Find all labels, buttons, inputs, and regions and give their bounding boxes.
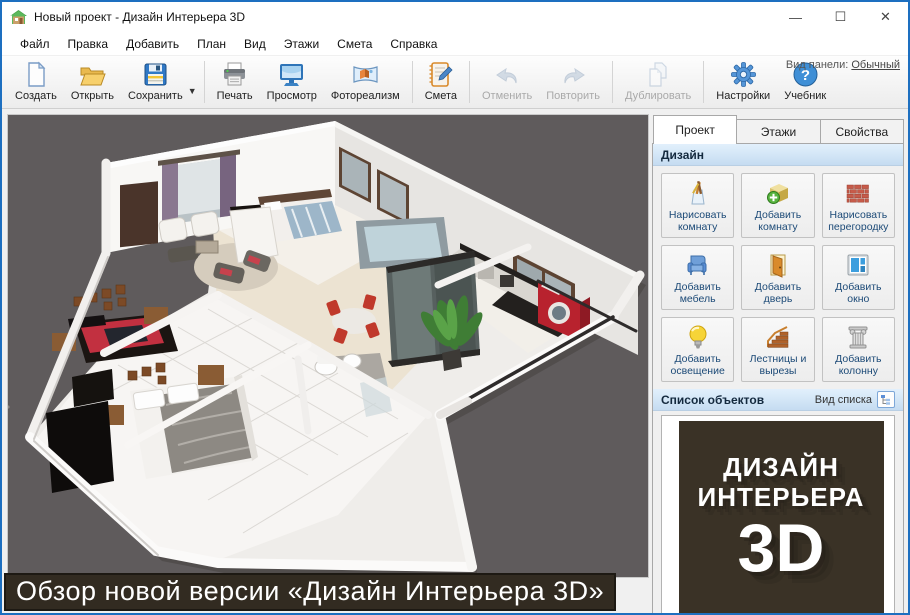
design-tools-grid: Нарисовать комнату Добавить комнату xyxy=(653,166,903,389)
add-lighting-button[interactable]: Добавить освещение xyxy=(661,317,734,382)
menu-help[interactable]: Справка xyxy=(381,34,446,54)
main-area: Проект Этажи Свойства Дизайн xyxy=(2,109,908,615)
draw-room-button[interactable]: Нарисовать комнату xyxy=(661,173,734,238)
toolbar-separator xyxy=(204,61,205,103)
undo-icon xyxy=(494,61,521,88)
toolbar-separator xyxy=(469,61,470,103)
app-logo: ДИЗАЙН ИНТЕРЬЕРА 3D xyxy=(679,421,884,615)
logo-line1: ДИЗАЙН xyxy=(723,453,839,483)
minimize-button[interactable]: — xyxy=(773,2,818,32)
close-button[interactable]: ✕ xyxy=(863,2,908,32)
estimate-icon xyxy=(427,61,454,88)
stairs-icon xyxy=(765,324,791,350)
duplicate-button[interactable]: Дублировать xyxy=(618,59,698,103)
toolbar-separator xyxy=(412,61,413,103)
logo-line3: 3D xyxy=(738,513,825,584)
add-room-icon xyxy=(765,180,791,206)
tab-project[interactable]: Проект xyxy=(653,115,737,144)
add-door-button[interactable]: Добавить дверь xyxy=(741,245,814,310)
app-window: Новый проект - Дизайн Интерьера 3D — ☐ ✕… xyxy=(0,0,910,615)
add-column-icon xyxy=(845,324,871,350)
objects-list[interactable]: ДИЗАЙН ИНТЕРЬЕРА 3D xyxy=(661,415,895,615)
title-bar: Новый проект - Дизайн Интерьера 3D — ☐ ✕ xyxy=(2,2,908,32)
tab-floors[interactable]: Этажи xyxy=(737,119,820,144)
design-section-header: Дизайн xyxy=(653,144,903,166)
menu-floors[interactable]: Этажи xyxy=(275,34,328,54)
window-title: Новый проект - Дизайн Интерьера 3D xyxy=(34,10,245,24)
save-icon xyxy=(142,61,169,88)
app-house-icon xyxy=(10,10,27,25)
objects-section-header: Список объектов Вид списка xyxy=(653,389,903,411)
video-caption: Обзор новой версии «Дизайн Интерьера 3D» xyxy=(4,573,616,611)
panel-tabs: Проект Этажи Свойства xyxy=(652,115,904,144)
settings-icon xyxy=(730,61,757,88)
add-lighting-icon xyxy=(685,324,711,350)
estimate-button[interactable]: Смета xyxy=(418,59,464,103)
main-toolbar: Создать Открыть Сохранить ▼ xyxy=(2,56,908,109)
add-door-icon xyxy=(765,252,791,278)
add-furniture-button[interactable]: Добавить мебель xyxy=(661,245,734,310)
logo-line2: ИНТЕРЬЕРА xyxy=(698,483,865,513)
draw-room-icon xyxy=(685,180,711,206)
floorplan-3d-render xyxy=(8,115,648,577)
menu-bar: Файл Правка Добавить План Вид Этажи Смет… xyxy=(2,32,908,56)
menu-add[interactable]: Добавить xyxy=(117,34,188,54)
3d-viewport[interactable] xyxy=(8,115,648,577)
panel-view-label: Вид панели: xyxy=(786,59,848,71)
open-folder-icon xyxy=(79,61,106,88)
menu-file[interactable]: Файл xyxy=(11,34,59,54)
menu-edit[interactable]: Правка xyxy=(59,34,118,54)
add-column-button[interactable]: Добавить колонну xyxy=(822,317,895,382)
stairs-button[interactable]: Лестницы и вырезы xyxy=(741,317,814,382)
settings-button[interactable]: Настройки xyxy=(709,59,777,103)
project-tab-body: Дизайн Нарисовать комнату xyxy=(652,143,904,615)
menu-view[interactable]: Вид xyxy=(235,34,275,54)
tab-properties[interactable]: Свойства xyxy=(821,119,904,144)
save-project-button[interactable]: Сохранить xyxy=(121,59,190,103)
duplicate-icon xyxy=(645,61,672,88)
add-furniture-icon xyxy=(685,252,711,278)
panel-view-switch: Вид панели: Обычный xyxy=(786,59,900,71)
menu-plan[interactable]: План xyxy=(188,34,235,54)
design-section-title: Дизайн xyxy=(661,148,704,162)
draw-partition-icon xyxy=(845,180,871,206)
tree-view-icon xyxy=(880,394,892,406)
add-window-button[interactable]: Добавить окно xyxy=(822,245,895,310)
list-view-button[interactable] xyxy=(877,391,895,408)
preview-icon xyxy=(278,61,305,88)
undo-button[interactable]: Отменить xyxy=(475,59,539,103)
redo-icon xyxy=(560,61,587,88)
photorealism-button[interactable]: Фотореализм xyxy=(324,59,407,103)
maximize-button[interactable]: ☐ xyxy=(818,2,863,32)
preview-button[interactable]: Просмотр xyxy=(260,59,324,103)
toolbar-separator xyxy=(612,61,613,103)
photorealism-icon xyxy=(352,61,379,88)
new-project-button[interactable]: Создать xyxy=(8,59,64,103)
right-panel: Проект Этажи Свойства Дизайн xyxy=(652,115,904,615)
list-view-label: Вид списка xyxy=(815,394,872,406)
objects-section-title: Список объектов xyxy=(661,393,764,407)
print-icon xyxy=(221,61,248,88)
redo-button[interactable]: Повторить xyxy=(539,59,607,103)
add-room-button[interactable]: Добавить комнату xyxy=(741,173,814,238)
new-document-icon xyxy=(22,61,49,88)
panel-view-value-link[interactable]: Обычный xyxy=(851,59,900,71)
toolbar-separator xyxy=(703,61,704,103)
draw-partition-button[interactable]: Нарисовать перегородку xyxy=(822,173,895,238)
print-button[interactable]: Печать xyxy=(210,59,260,103)
save-dropdown-arrow[interactable]: ▼ xyxy=(188,86,197,96)
open-project-button[interactable]: Открыть xyxy=(64,59,121,103)
menu-estimate[interactable]: Смета xyxy=(328,34,381,54)
add-window-icon xyxy=(845,252,871,278)
